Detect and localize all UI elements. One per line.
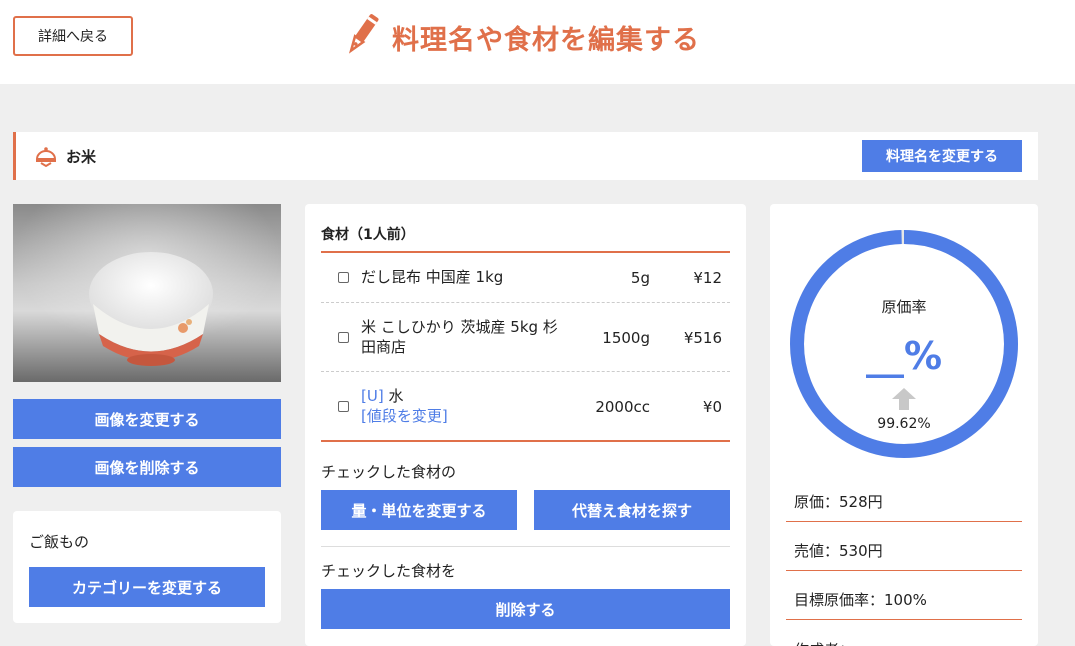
- page-title-group: 料理名や食材を編集する: [340, 12, 700, 62]
- top-bar: 詳細へ戻る 料理名や食材を編集する: [0, 0, 1075, 84]
- category-name: ご飯もの: [29, 533, 90, 551]
- ingredient-checkbox[interactable]: [338, 401, 349, 412]
- ingredient-price: ¥12: [693, 269, 722, 287]
- ingredient-checkbox[interactable]: [338, 272, 349, 283]
- change-quantity-unit-button[interactable]: 量・単位を変更する: [321, 490, 517, 530]
- dish-photo: [13, 204, 281, 382]
- ingredient-row: だし昆布 中国産 1kg 5g ¥12: [321, 253, 730, 303]
- ingredients-bottom-divider: [321, 440, 730, 442]
- ingredient-quantity: 2000cc: [595, 398, 650, 416]
- delete-image-button[interactable]: 画像を削除する: [13, 447, 281, 487]
- dish-name: お米: [66, 147, 97, 166]
- ingredient-row: [U] 水 [値段を変更] 2000cc ¥0: [321, 372, 730, 440]
- cost-card: 原価率 __% 99.62% 原価：528円 売値：530円 目標原価率：100…: [770, 204, 1038, 646]
- checked-label: チェックした食材を: [321, 562, 457, 580]
- ingredient-price: ¥516: [683, 329, 722, 347]
- ingredient-price: ¥0: [702, 398, 722, 416]
- category-card: ご飯もの カテゴリーを変更する: [13, 511, 281, 623]
- target-rate-value: 99.62%: [877, 416, 931, 432]
- author-stat: 作成者：: [786, 629, 1022, 646]
- unit-tag: [U]: [361, 387, 384, 405]
- delete-ingredients-button[interactable]: 削除する: [321, 589, 730, 629]
- change-image-button[interactable]: 画像を変更する: [13, 399, 281, 439]
- cost-rate-label: 原価率: [881, 298, 927, 316]
- ingredient-name: 米 こしひかり 茨城産 5kg 杉田商店: [361, 318, 558, 356]
- rename-dish-button[interactable]: 料理名を変更する: [862, 140, 1022, 172]
- ingredient-checkbox[interactable]: [338, 332, 349, 343]
- ingredient-quantity: 1500g: [602, 329, 650, 347]
- cloche-icon: [34, 144, 58, 168]
- change-category-button[interactable]: カテゴリーを変更する: [29, 567, 265, 607]
- selling-price-stat: 売値：530円: [786, 531, 1022, 571]
- change-price-link[interactable]: [値段を変更]: [361, 407, 448, 425]
- pen-icon: [340, 10, 384, 64]
- section-divider: [321, 546, 730, 547]
- ingredient-quantity: 5g: [630, 269, 650, 287]
- checked-of-label: チェックした食材の: [321, 463, 457, 481]
- ingredient-name: 水: [383, 387, 404, 405]
- cost-rate-value: __%: [865, 334, 943, 378]
- back-to-detail-button[interactable]: 詳細へ戻る: [13, 16, 133, 56]
- page-title: 料理名や食材を編集する: [392, 24, 700, 56]
- ingredient-name-group: [U] 水 [値段を変更]: [361, 386, 571, 426]
- ingredients-card: 食材（1人前） だし昆布 中国産 1kg 5g ¥12 米 こしひかり 茨城産 …: [305, 204, 746, 646]
- find-substitute-button[interactable]: 代替え食材を探す: [534, 490, 730, 530]
- ingredients-heading: 食材（1人前）: [321, 227, 415, 243]
- arrow-up-icon: [892, 388, 916, 414]
- target-rate-stat: 目標原価率：100%: [786, 580, 1022, 620]
- ingredient-row: 米 こしひかり 茨城産 5kg 杉田商店 1500g ¥516: [321, 303, 730, 372]
- ingredient-name: だし昆布 中国産 1kg: [361, 268, 504, 286]
- dish-name-bar: お米 料理名を変更する: [13, 132, 1038, 180]
- cost-price-stat: 原価：528円: [786, 482, 1022, 522]
